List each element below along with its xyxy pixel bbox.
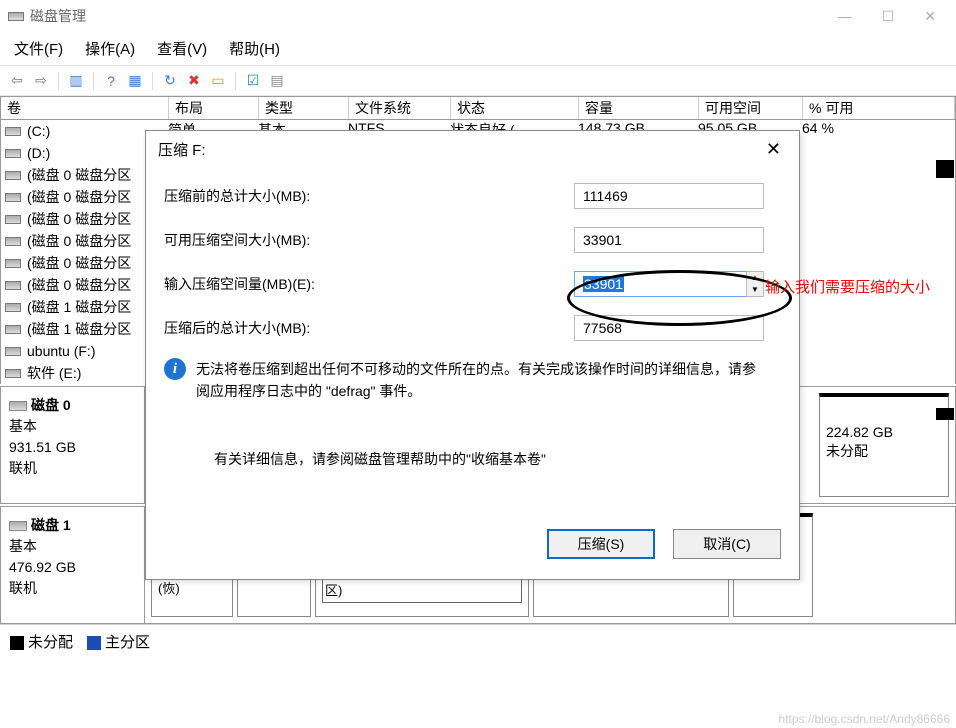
shrink-amount-input[interactable]: 33901 ▲ ▼	[574, 271, 764, 297]
disk-0-size: 931.51 GB	[9, 439, 76, 455]
menubar: 文件(F) 操作(A) 查看(V) 帮助(H)	[0, 32, 956, 65]
volume-name: (磁盘 0 磁盘分区	[27, 253, 131, 273]
cell-pctfree: 64 %	[802, 120, 834, 136]
disk-1-info[interactable]: 磁盘 1 基本 476.92 GB 联机	[1, 507, 145, 623]
volume-table-header: 卷 布局 类型 文件系统 状态 容量 可用空间 % 可用	[0, 96, 956, 120]
panel-icon[interactable]: ▥	[67, 72, 85, 90]
legend-swatch-primary	[87, 636, 101, 650]
volume-icon	[5, 127, 21, 136]
disk-1-name: 磁盘 1	[31, 517, 71, 533]
volume-icon	[5, 237, 21, 246]
window-title: 磁盘管理	[30, 6, 86, 26]
disk-1-type: 基本	[9, 538, 37, 554]
volume-icon	[5, 369, 21, 378]
volume-icon	[5, 325, 21, 334]
dialog-title: 压缩 F:	[158, 139, 206, 160]
volume-icon	[5, 347, 21, 356]
volume-name: (磁盘 0 磁盘分区	[27, 275, 131, 295]
maximize-button[interactable]: ☐	[882, 8, 895, 25]
info-icon: i	[164, 358, 186, 380]
help-icon[interactable]: ?	[102, 72, 120, 90]
folder-icon[interactable]: ▭	[209, 72, 227, 90]
menu-help[interactable]: 帮助(H)	[229, 38, 280, 59]
disk-1-status: 联机	[9, 580, 37, 596]
volume-name: (磁盘 1 磁盘分区	[27, 297, 131, 317]
check-icon[interactable]: ☑	[244, 72, 262, 90]
disk-icon	[9, 401, 27, 411]
volume-name: (磁盘 1 磁盘分区	[27, 319, 131, 339]
spinner-control[interactable]: ▲ ▼	[746, 271, 764, 297]
col-layout[interactable]: 布局	[169, 97, 259, 119]
col-status[interactable]: 状态	[451, 97, 579, 119]
menu-view[interactable]: 查看(V)	[157, 38, 207, 59]
disk-0-unallocated[interactable]: 224.82 GB 未分配	[819, 393, 949, 497]
grid-icon[interactable]: ▦	[126, 72, 144, 90]
menu-action[interactable]: 操作(A)	[85, 38, 135, 59]
cancel-button[interactable]: 取消(C)	[673, 529, 781, 559]
toolbar: ⇦ ⇨ ▥ ? ▦ ↻ ✖ ▭ ☑ ▤	[0, 65, 956, 96]
legend-unallocated: 未分配	[28, 634, 73, 651]
volume-name: (磁盘 0 磁盘分区	[27, 187, 131, 207]
volume-icon	[5, 193, 21, 202]
total-size-after-label: 压缩后的总计大小(MB):	[164, 318, 574, 338]
disk-icon	[9, 521, 27, 531]
delete-icon[interactable]: ✖	[185, 72, 203, 90]
disk-1-size: 476.92 GB	[9, 559, 76, 575]
legend-primary: 主分区	[105, 634, 150, 651]
shrink-button[interactable]: 压缩(S)	[547, 529, 655, 559]
volume-icon	[5, 149, 21, 158]
volume-name: (磁盘 0 磁盘分区	[27, 165, 131, 185]
part-size: 224.82 GB	[826, 423, 942, 443]
refresh-icon[interactable]: ↻	[161, 72, 179, 90]
part-status: 未分配	[826, 442, 942, 462]
legend: 未分配 主分区	[0, 624, 956, 658]
col-capacity[interactable]: 容量	[579, 97, 699, 119]
disk-0-type: 基本	[9, 418, 37, 434]
total-size-before-label: 压缩前的总计大小(MB):	[164, 186, 574, 206]
col-fs[interactable]: 文件系统	[349, 97, 451, 119]
col-volume[interactable]: 卷	[1, 97, 169, 119]
dialog-close-button[interactable]: ✕	[760, 139, 787, 160]
shrink-dialog: 压缩 F: ✕ 压缩前的总计大小(MB): 111469 可用压缩空间大小(MB…	[145, 130, 800, 580]
disk-0-status: 联机	[9, 460, 37, 476]
volume-name: ubuntu (F:)	[27, 343, 95, 359]
col-type[interactable]: 类型	[259, 97, 349, 119]
titlebar: 磁盘管理 — ☐ ✕	[0, 0, 956, 32]
volume-icon	[5, 281, 21, 290]
spinner-down-icon[interactable]: ▼	[747, 284, 763, 296]
volume-name: (磁盘 0 磁盘分区	[27, 231, 131, 251]
app-icon	[8, 12, 24, 21]
legend-swatch-unallocated	[10, 636, 24, 650]
volume-icon	[5, 259, 21, 268]
info-text: 无法将卷压缩到超出任何不可移动的文件所在的点。有关完成该操作时间的详细信息，请参…	[196, 358, 769, 403]
total-size-after-value: 77568	[574, 315, 764, 341]
minimize-button[interactable]: —	[838, 8, 852, 25]
volume-name: (磁盘 0 磁盘分区	[27, 209, 131, 229]
shrink-amount-label: 输入压缩空间量(MB)(E):	[164, 274, 574, 294]
back-icon[interactable]: ⇦	[8, 72, 26, 90]
dialog-help-text: 有关详细信息，请参阅磁盘管理帮助中的"收缩基本卷"	[164, 419, 769, 509]
available-shrink-label: 可用压缩空间大小(MB):	[164, 230, 574, 250]
close-button[interactable]: ✕	[924, 8, 936, 25]
col-pctfree[interactable]: % 可用	[803, 97, 955, 119]
volume-name: (D:)	[27, 145, 50, 161]
disk-0-info[interactable]: 磁盘 0 基本 931.51 GB 联机	[1, 387, 145, 503]
watermark: https://blog.csdn.net/Andy86666	[779, 712, 950, 726]
spinner-up-icon[interactable]: ▲	[747, 272, 763, 284]
volume-icon	[5, 215, 21, 224]
col-free[interactable]: 可用空间	[699, 97, 803, 119]
shrink-amount-value: 33901	[583, 276, 624, 292]
list-icon[interactable]: ▤	[268, 72, 286, 90]
menu-file[interactable]: 文件(F)	[14, 38, 63, 59]
volume-name: 软件 (E:)	[27, 363, 81, 383]
disk-0-name: 磁盘 0	[31, 397, 71, 413]
volume-name: (C:)	[27, 123, 50, 139]
available-shrink-value: 33901	[574, 227, 764, 253]
total-size-before-value: 111469	[574, 183, 764, 209]
forward-icon[interactable]: ⇨	[32, 72, 50, 90]
volume-icon	[5, 171, 21, 180]
volume-icon	[5, 303, 21, 312]
